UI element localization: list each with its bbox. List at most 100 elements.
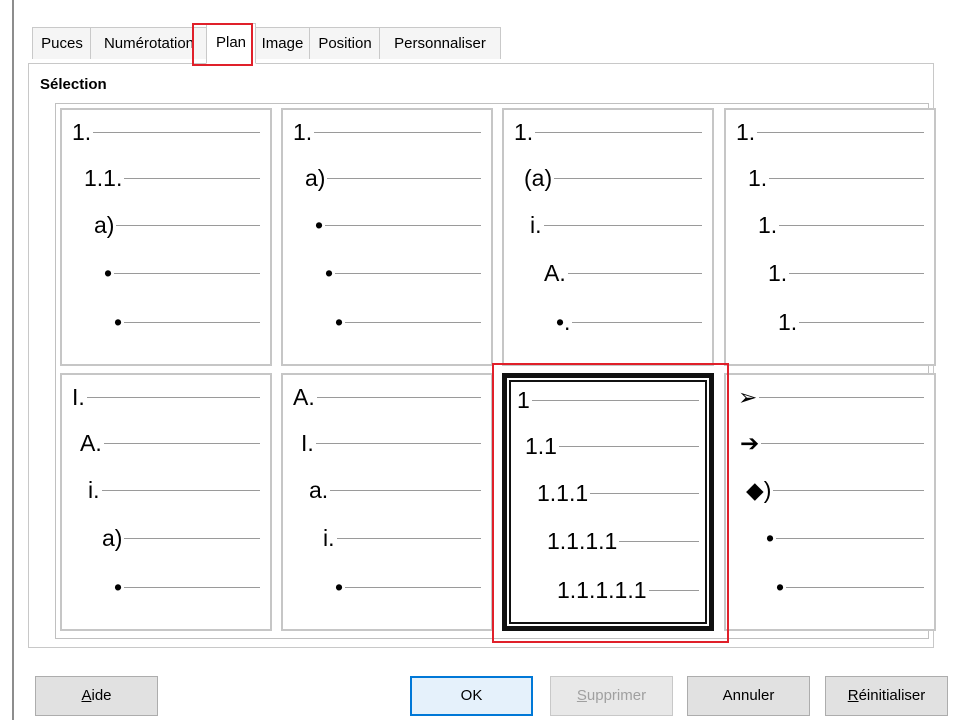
tab-puces[interactable]: Puces	[32, 27, 92, 59]
outline-level-label: a)	[102, 524, 123, 551]
outline-level-line	[786, 586, 924, 588]
outline-level-label: i.	[530, 211, 542, 238]
window-left-edge	[12, 0, 14, 720]
outline-option-3[interactable]: 1. (a) i. A. •.	[502, 108, 714, 366]
outline-level-2: A.	[80, 428, 260, 458]
outline-level-line	[799, 321, 924, 323]
outline-level-label: 1	[517, 386, 530, 413]
outline-level-line	[554, 177, 702, 179]
outline-level-line	[101, 489, 260, 491]
outline-level-line	[335, 272, 481, 274]
outline-option-6[interactable]: A. I. a. i. •	[281, 373, 493, 631]
outline-level-5: •	[335, 572, 481, 602]
outline-level-label: ➔	[740, 429, 760, 456]
outline-level-1: A.	[293, 382, 481, 412]
outline-level-5: 1.	[778, 307, 924, 337]
outline-level-label: i.	[88, 476, 100, 503]
tab-position[interactable]: Position	[309, 27, 381, 59]
outline-level-line	[590, 492, 699, 494]
outline-option-2[interactable]: 1. a) • • •	[281, 108, 493, 366]
outline-level-4: 1.1.1.1	[547, 526, 699, 556]
outline-level-line	[103, 442, 260, 444]
outline-level-line	[345, 586, 481, 588]
outline-level-3: a.	[309, 475, 481, 505]
outline-level-line	[648, 589, 699, 591]
help-button[interactable]: Aide	[35, 676, 158, 716]
outline-level-line	[773, 489, 924, 491]
outline-level-line	[779, 224, 924, 226]
outline-level-label: •	[315, 211, 324, 238]
tab-personnaliser[interactable]: Personnaliser	[379, 27, 501, 59]
outline-level-line	[86, 396, 260, 398]
outline-level-2: ➔	[740, 428, 924, 458]
outline-level-line	[531, 399, 699, 401]
outline-level-line	[336, 537, 481, 539]
cancel-button[interactable]: Annuler	[687, 676, 810, 716]
outline-level-line	[325, 224, 481, 226]
tab-image[interactable]: Image	[254, 27, 311, 59]
outline-level-line	[314, 131, 481, 133]
outline-level-4: i.	[323, 523, 481, 553]
tab-plan[interactable]: Plan	[206, 23, 256, 64]
outline-option-8[interactable]: ➢ ➔ ◆) • •	[724, 373, 936, 631]
outline-level-label: a)	[305, 164, 326, 191]
outline-level-label: I.	[301, 429, 314, 456]
outline-level-1: 1	[517, 385, 699, 415]
outline-level-label: 1.	[72, 118, 92, 145]
outline-level-2: 1.1	[525, 431, 699, 461]
outline-level-4: 1.	[768, 258, 924, 288]
outline-level-line	[316, 396, 481, 398]
outline-level-line	[761, 442, 924, 444]
reset-button[interactable]: Réinitialiser	[825, 676, 948, 716]
outline-level-label: 1.	[778, 308, 798, 335]
outline-option-5[interactable]: I. A. i. a) •	[60, 373, 272, 631]
outline-level-3: i.	[88, 475, 260, 505]
outline-level-line	[124, 177, 260, 179]
outline-level-line	[535, 131, 702, 133]
ok-button[interactable]: OK	[410, 676, 533, 716]
outline-level-2: (a)	[524, 163, 702, 193]
outline-level-label: •	[325, 259, 334, 286]
outline-level-1: 1.	[514, 117, 702, 147]
outline-level-label: •	[335, 573, 344, 600]
outline-level-1: 1.	[293, 117, 481, 147]
outline-level-label: A.	[293, 383, 315, 410]
outline-level-label: (a)	[524, 164, 553, 191]
outline-level-label: ➢	[738, 383, 758, 410]
outline-level-3: a)	[94, 210, 260, 240]
outline-level-line	[789, 272, 924, 274]
outline-level-label: a)	[94, 211, 115, 238]
outline-level-label: 1.1.1.1	[547, 527, 618, 554]
delete-button[interactable]: Supprimer	[550, 676, 673, 716]
outline-level-line	[759, 396, 924, 398]
outline-level-5: 1.1.1.1.1	[557, 575, 699, 605]
outline-level-line	[757, 131, 924, 133]
outline-level-line	[619, 540, 699, 542]
tab-numerotation[interactable]: Numérotation	[90, 27, 208, 59]
outline-option-4[interactable]: 1. 1. 1. 1. 1.	[724, 108, 936, 366]
outline-level-line	[345, 321, 481, 323]
help-mnemonic: A	[81, 687, 92, 704]
outline-level-1: ➢	[738, 382, 924, 412]
outline-level-5: •	[776, 572, 924, 602]
outline-level-3: 1.	[758, 210, 924, 240]
outline-level-4: •	[766, 523, 924, 553]
outline-level-2: I.	[301, 428, 481, 458]
outline-level-label: 1.	[293, 118, 313, 145]
outline-level-line	[543, 224, 702, 226]
delete-mnemonic: S	[576, 687, 587, 704]
outline-option-7[interactable]: 1 1.1 1.1.1 1.1.1.1 1.1.1.1.1	[502, 373, 714, 631]
cancel-label: Annuler	[722, 687, 775, 704]
outline-level-label: 1.1.1.1.1	[557, 576, 647, 603]
outline-level-line	[93, 131, 260, 133]
outline-level-label: •	[114, 573, 123, 600]
outline-level-1: I.	[72, 382, 260, 412]
outline-level-line	[776, 537, 924, 539]
outline-level-label: 1.1.1	[537, 479, 589, 506]
outline-level-2: a)	[305, 163, 481, 193]
outline-level-line	[124, 321, 260, 323]
outline-level-1: 1.	[736, 117, 924, 147]
outline-level-label: 1.	[514, 118, 534, 145]
outline-level-1: 1.	[72, 117, 260, 147]
outline-option-1[interactable]: 1. 1.1. a) • •	[60, 108, 272, 366]
